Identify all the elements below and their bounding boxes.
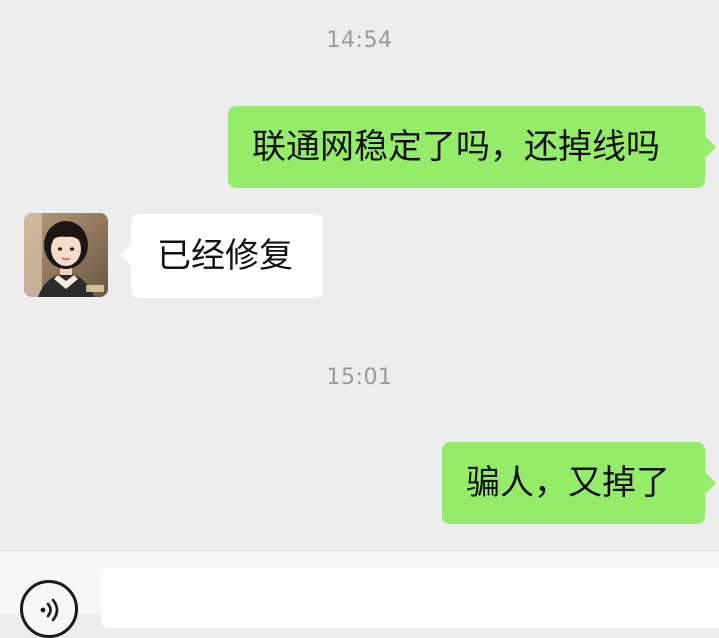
- message-text: 骗人，又掉了: [466, 463, 670, 503]
- timestamp: 14:54: [326, 28, 393, 53]
- message-text: 联通网稳定了吗，还掉线吗: [252, 127, 660, 167]
- message-input-bar: [0, 550, 719, 638]
- outgoing-message-bubble[interactable]: 联通网稳定了吗，还掉线吗: [228, 106, 716, 188]
- message-text: 已经修复: [157, 236, 293, 276]
- voice-icon: [40, 598, 59, 622]
- timestamp: 15:01: [326, 365, 393, 390]
- outgoing-message-bubble[interactable]: 骗人，又掉了: [442, 442, 716, 524]
- avatar-image: [24, 213, 108, 297]
- contact-avatar[interactable]: [24, 213, 108, 297]
- message-text-input[interactable]: [101, 568, 719, 628]
- incoming-message-bubble[interactable]: 已经修复: [120, 214, 323, 298]
- chat-message-list[interactable]: 14:54 联通网稳定了吗，还掉线吗 已经修复 15:01 骗人，又掉了: [0, 0, 719, 550]
- voice-input-button[interactable]: [20, 580, 78, 638]
